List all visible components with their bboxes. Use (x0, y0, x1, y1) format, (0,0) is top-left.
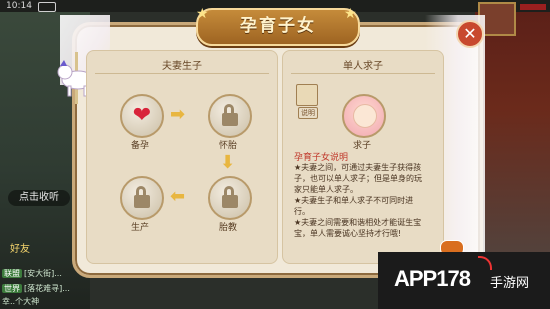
divider (95, 73, 269, 74)
panel-title: 孕育子女 (240, 16, 316, 36)
chat-line: 幸..个大神 (2, 296, 39, 307)
divider (291, 73, 435, 74)
status-time: 10:14 (6, 1, 32, 11)
panel-title-banner: 孕育子女 (196, 8, 360, 46)
hearts-icon: ❤ (132, 103, 152, 128)
description-line: ★夫妻之间需要和谐相处才能诞生宝 (294, 218, 422, 227)
chat-channel-tag: 世界 (2, 284, 22, 293)
star-icon: ★ (344, 6, 357, 22)
book-icon[interactable] (296, 84, 318, 106)
chat-text: [落花难寻]... (24, 284, 70, 293)
chat-text: 幸..个大神 (2, 297, 40, 306)
baby-icon (353, 104, 377, 128)
arrow-left-icon: ⬅ (170, 186, 186, 207)
arrow-right-icon: ➡ (170, 104, 186, 125)
description-line: 家只能单人求子。 (294, 185, 358, 194)
couple-childbirth-header: 夫妻生子 (162, 61, 202, 72)
stage-label: 怀胎 (218, 141, 237, 151)
arrow-down-icon: ⬇ (220, 152, 236, 173)
health-bar (520, 4, 546, 10)
stage-prenatal-node[interactable] (208, 176, 252, 220)
watermark-site: 手游网 (490, 275, 530, 290)
description-line: 行。 (294, 207, 310, 216)
stage-label: 备孕 (130, 141, 149, 151)
chat-channel-tag: 联盟 (2, 269, 22, 278)
description-line: ★夫妻之间，可通过夫妻生子获得孩 (294, 163, 422, 172)
chat-text: [安大街]... (24, 269, 62, 278)
description-line: ★夫妻生子和单人求子不可同时进 (294, 196, 414, 205)
description-line: 子，也可以单人求子；但是单身的玩 (294, 174, 422, 183)
click-collect-button[interactable]: 点击收听 (8, 190, 70, 206)
chat-line: 世界 [落花难寻]... (2, 283, 70, 294)
book-tag: 说明 (298, 107, 318, 119)
stage-delivery-node[interactable] (120, 176, 164, 220)
seek-child-node[interactable] (342, 94, 386, 138)
close-button[interactable]: ✕ (456, 20, 484, 48)
description-line: 宝，单人需要诚心坚持才行哦! (294, 229, 402, 238)
stage-label: 生产 (130, 223, 149, 233)
stage-pregnancy-node[interactable] (208, 94, 252, 138)
battery-icon (38, 2, 56, 12)
stage-label: 胎教 (218, 223, 237, 233)
watermark-brand: APP178 (394, 266, 471, 291)
star-icon: ★ (196, 6, 209, 22)
single-childbirth-header: 单人求子 (343, 61, 383, 72)
chat-line: 联盟 [安大街]... (2, 268, 62, 279)
stage-prepare-node[interactable]: ❤ (120, 94, 164, 138)
friends-button[interactable]: 好友 (4, 230, 36, 256)
